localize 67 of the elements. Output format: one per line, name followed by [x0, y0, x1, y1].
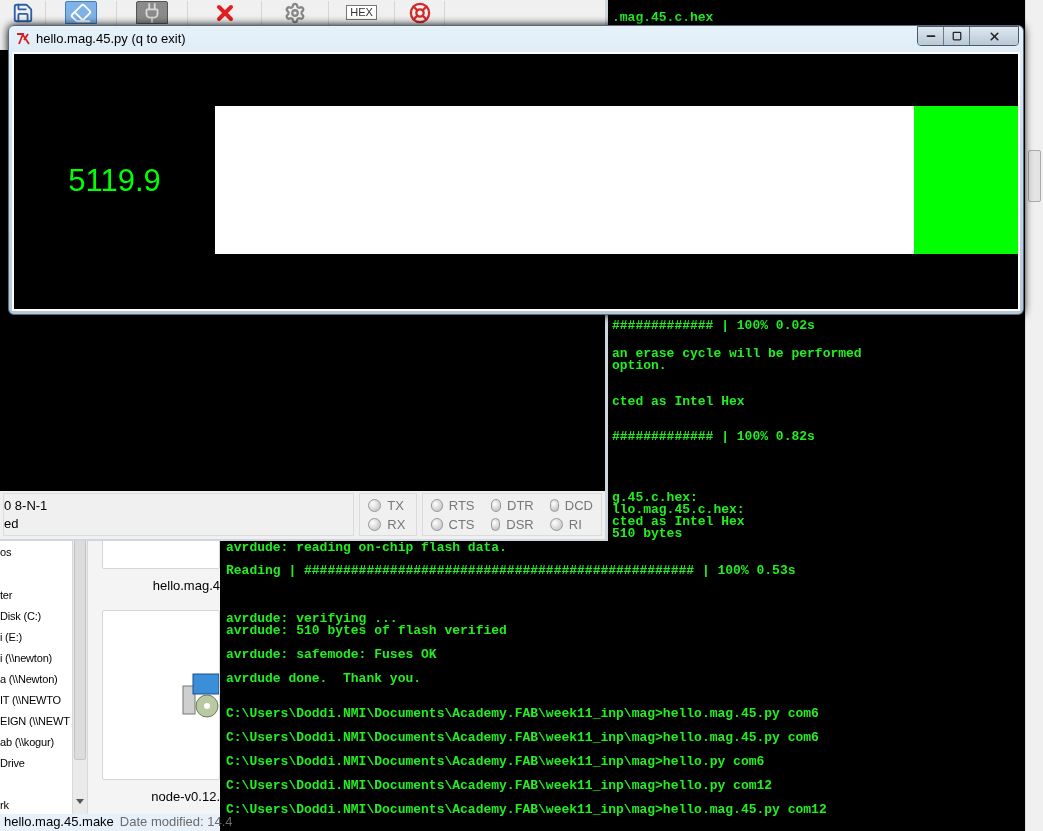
maximize-button[interactable] — [944, 27, 970, 45]
terminal-line: Reading | ################################################## | 100% 0.53s — [226, 565, 796, 577]
nav-item[interactable]: ab (\\kogur) — [0, 732, 54, 753]
nav-item[interactable]: os — [0, 542, 12, 563]
minimize-button[interactable] — [918, 27, 944, 45]
nav-item[interactable]: a (\\Newton) — [0, 669, 58, 690]
status-text: ed — [4, 515, 19, 533]
maximize-icon — [951, 31, 962, 41]
indicator-label: RTS — [448, 496, 475, 515]
indicator-label: DTR — [507, 496, 534, 515]
save-icon — [11, 1, 34, 24]
nav-item[interactable]: rk — [0, 795, 9, 816]
scrollbar-thumb[interactable] — [1028, 150, 1041, 202]
terminal-line: C:\Users\Doddi.NMI\Documents\Academy.FAB\week11_inp\mag>hello.mag.45.py com12 — [226, 804, 827, 816]
status-text: 0 8-N-1 — [4, 497, 48, 515]
close-icon — [987, 29, 1001, 43]
indicator-label: RI — [568, 515, 582, 534]
file-name[interactable]: hello.mag.4 — [152, 576, 220, 596]
indicator-label: RX — [387, 515, 406, 534]
date-modified: Date modified: 14.4 — [119, 814, 233, 831]
toolbar-button[interactable] — [65, 1, 97, 24]
file-name[interactable]: node-v0.12. — [151, 786, 220, 806]
feather-icon — [16, 33, 30, 45]
indicator-label: DSR — [506, 515, 534, 534]
scrollbar[interactable] — [72, 540, 88, 814]
scrollbar[interactable] — [1025, 0, 1043, 831]
terminal-line: C:\Users\Doddi.NMI\Documents\Academy.FAB\week11_inp\mag>hello.mag.45.py com6 — [226, 732, 819, 744]
nav-item[interactable]: i (\\newton) — [0, 648, 52, 669]
nav-item[interactable]: ter — [0, 585, 13, 606]
indicator-label: TX — [387, 496, 404, 515]
nav-item[interactable]: EIGN (\\NEWT — [0, 711, 70, 732]
file-name: hello.mag.45.make — [4, 814, 114, 831]
toolbar-button[interactable] — [136, 1, 168, 24]
reading: 5119.9 — [67, 162, 162, 201]
indicator-label: DCD — [564, 496, 593, 515]
scroll-down-icon[interactable] — [76, 799, 84, 804]
nav-item[interactable]: IT (\\NEWTO — [0, 690, 61, 711]
nav-item[interactable]: Disk (C:) — [0, 606, 41, 627]
terminal-line: ############# | 100% 0.02s — [612, 320, 815, 332]
terminal-line: option. — [612, 360, 667, 372]
terminal-line: ############# | 100% 0.82s — [612, 431, 815, 443]
terminal-line: C:\Users\Doddi.NMI\Documents\Academy.FAB\week11_inp\mag>hello.py com12 — [226, 780, 773, 792]
terminal-line: an erase cycle will be performed — [612, 348, 862, 360]
nav-item[interactable]: i (E:) — [0, 627, 23, 648]
terminal-line: cted as Intel Hex — [612, 396, 745, 408]
terminal-line: llo.mag.45.c.hex: — [612, 504, 745, 516]
terminal-line: cted as Intel Hex — [612, 516, 745, 528]
terminal-line: avrdude: reading on-chip flash data. — [226, 542, 507, 554]
close-button[interactable] — [970, 27, 1018, 45]
file-tile[interactable] — [102, 609, 220, 780]
nav-item[interactable]: Drive — [0, 753, 25, 774]
eraser-icon — [70, 1, 92, 24]
terminal-line: C:\Users\Doddi.NMI\Documents\Academy.FAB\week11_inp\mag>hello.py com6 — [226, 756, 765, 768]
terminal-line: 510 bytes — [612, 528, 683, 540]
window-title: hello.mag.45.py (q to exit) — [36, 30, 186, 49]
gear-icon — [284, 1, 306, 24]
terminal-line: avrdude done. Thank you. — [226, 673, 422, 685]
terminal-line: g.45.c.hex: — [612, 492, 698, 504]
installer-icon — [179, 671, 219, 718]
terminal-line: C:\Users\Doddi.NMI\Documents\Academy.FAB\week11_inp\mag>hello.mag.45.py com6 — [226, 708, 819, 720]
terminal-line: avrdude: 510 bytes of flash verified — [226, 625, 507, 637]
scrollbar-thumb[interactable] — [74, 540, 86, 760]
terminal-line: avrdude: verifying ... — [226, 613, 398, 625]
terminal-line: avrdude: safemode: Fuses OK — [226, 649, 437, 661]
terminal-line: .mag.45.c.hex — [612, 12, 714, 24]
lifebuoy-icon — [408, 1, 431, 24]
indicator-label: CTS — [448, 515, 475, 534]
